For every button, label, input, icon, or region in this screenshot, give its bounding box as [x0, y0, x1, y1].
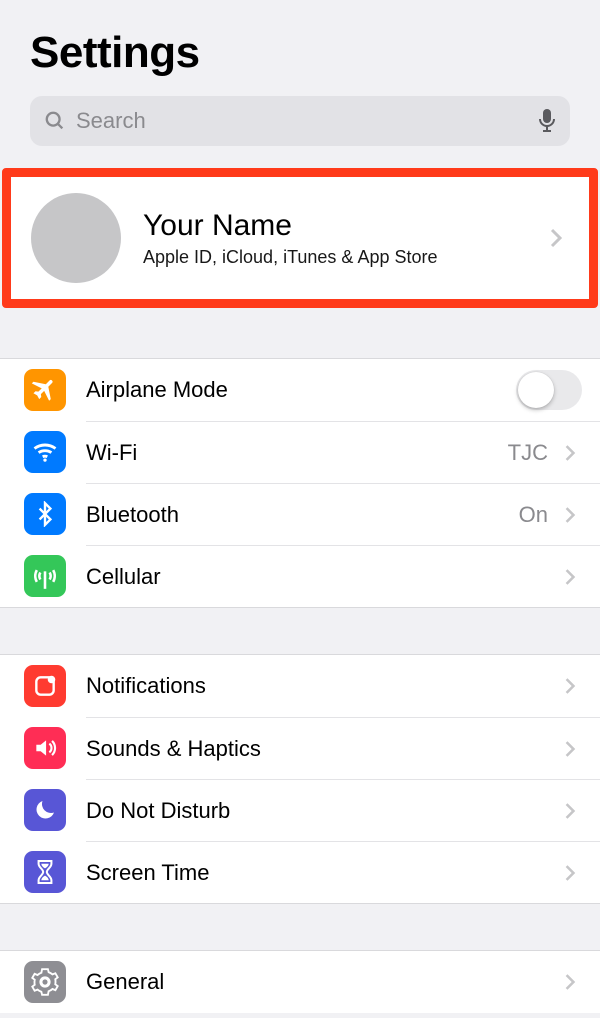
- hourglass-icon: [24, 851, 66, 893]
- airplane-mode-row[interactable]: Airplane Mode: [0, 359, 600, 421]
- chevron-right-icon: [558, 739, 582, 759]
- section-gap: [0, 308, 600, 358]
- profile-subtitle: Apple ID, iCloud, iTunes & App Store: [143, 247, 543, 268]
- notifications-label: Notifications: [86, 673, 558, 699]
- page-header: Settings: [0, 0, 600, 88]
- airplane-label: Airplane Mode: [86, 377, 516, 403]
- general-row[interactable]: General: [0, 951, 600, 1013]
- chevron-right-icon: [558, 972, 582, 992]
- bluetooth-row[interactable]: Bluetooth On: [0, 483, 600, 545]
- sounds-row[interactable]: Sounds & Haptics: [0, 717, 600, 779]
- apple-id-row[interactable]: Your Name Apple ID, iCloud, iTunes & App…: [11, 177, 589, 299]
- dnd-row[interactable]: Do Not Disturb: [0, 779, 600, 841]
- screen-time-row[interactable]: Screen Time: [0, 841, 600, 903]
- section-gap: [0, 608, 600, 654]
- general-label: General: [86, 969, 558, 995]
- section-gap: [0, 904, 600, 950]
- system-group: General: [0, 950, 600, 1013]
- chevron-right-icon: [558, 801, 582, 821]
- wifi-row[interactable]: Wi-Fi TJC: [0, 421, 600, 483]
- sounds-icon: [24, 727, 66, 769]
- dnd-label: Do Not Disturb: [86, 798, 558, 824]
- notifications-icon: [24, 665, 66, 707]
- preferences-group: Notifications Sounds & Haptics Do Not Di…: [0, 654, 600, 904]
- bluetooth-label: Bluetooth: [86, 502, 519, 528]
- profile-name: Your Name: [143, 209, 543, 243]
- screen-time-label: Screen Time: [86, 860, 558, 886]
- avatar: [31, 193, 121, 283]
- apple-id-highlight: Your Name Apple ID, iCloud, iTunes & App…: [2, 168, 598, 308]
- chevron-right-icon: [558, 567, 582, 587]
- page-title: Settings: [30, 28, 570, 78]
- bluetooth-icon: [24, 493, 66, 535]
- chevron-right-icon: [558, 676, 582, 696]
- wifi-label: Wi-Fi: [86, 440, 508, 466]
- search-input[interactable]: Search: [30, 96, 570, 146]
- search-container: Search: [0, 88, 600, 168]
- airplane-toggle[interactable]: [516, 370, 582, 410]
- chevron-right-icon: [558, 863, 582, 883]
- chevron-right-icon: [558, 505, 582, 525]
- wifi-value: TJC: [508, 440, 548, 466]
- airplane-icon: [24, 369, 66, 411]
- dictate-icon[interactable]: [538, 108, 556, 134]
- chevron-right-icon: [543, 227, 569, 249]
- sounds-label: Sounds & Haptics: [86, 736, 558, 762]
- search-placeholder: Search: [66, 108, 538, 134]
- bluetooth-value: On: [519, 502, 548, 528]
- cellular-label: Cellular: [86, 564, 558, 590]
- profile-text: Your Name Apple ID, iCloud, iTunes & App…: [121, 209, 543, 268]
- gear-icon: [24, 961, 66, 1003]
- cellular-row[interactable]: Cellular: [0, 545, 600, 607]
- search-icon: [44, 110, 66, 132]
- wifi-icon: [24, 431, 66, 473]
- connectivity-group: Airplane Mode Wi-Fi TJC Bluetooth On Cel…: [0, 358, 600, 608]
- notifications-row[interactable]: Notifications: [0, 655, 600, 717]
- chevron-right-icon: [558, 443, 582, 463]
- cellular-icon: [24, 555, 66, 597]
- moon-icon: [24, 789, 66, 831]
